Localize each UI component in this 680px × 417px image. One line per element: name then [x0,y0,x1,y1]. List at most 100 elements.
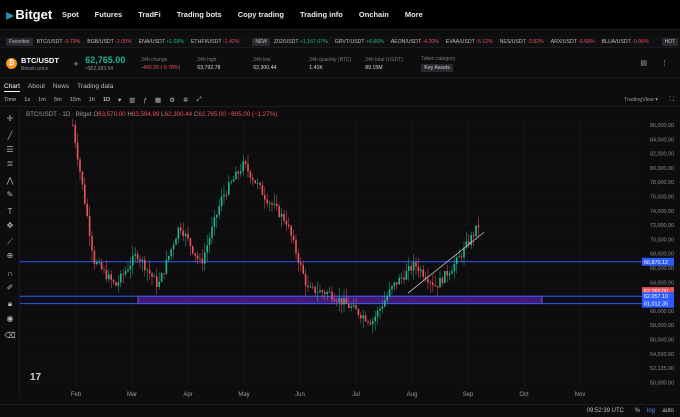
favorites-tag[interactable]: Favorites [6,37,33,46]
brand-logo[interactable]: ⫸ Bitget [6,7,58,23]
candle-body [249,171,252,179]
crosshair-icon[interactable]: ✛ [3,113,17,125]
candle-body [324,292,326,295]
utc-clock[interactable]: 09:52:39 UTC [587,408,624,414]
candle-body [115,282,117,286]
price-chart[interactable]: Feb Mar Apr May Jun Jul Aug Sep Oct Nov 86,000.00 8… [20,108,680,400]
layout-icon[interactable]: ▦ [151,96,165,104]
candle-body [103,269,105,270]
candle-body [153,276,156,278]
legend-close: 62,765.00 [198,111,226,118]
tf-1h[interactable]: 1h [85,97,99,103]
nav-spot[interactable]: Spot [58,10,87,19]
ticker-item[interactable]: BLUA/USDT -0.06% [602,39,649,45]
trendline-icon[interactable]: ╱ [3,130,17,142]
ticker-item[interactable]: ARX/USDT -6.68% [551,39,595,45]
tradingview-logo-icon[interactable]: 17 [30,372,41,383]
nav-trading-info[interactable]: Trading info [292,10,351,19]
legend-exchange: Bitget [75,111,92,118]
pattern-icon[interactable]: ⋀ [3,175,17,187]
y-tick-label: 82,000.00 [650,152,674,158]
text-icon[interactable]: T [3,206,17,218]
ticker-item[interactable]: AEON/USDT -4.20% [391,39,439,45]
candle-body [141,259,144,262]
tf-1d[interactable]: 1D [99,97,114,103]
log-toggle[interactable]: log [647,408,655,414]
fib-icon[interactable]: ≣ [3,158,17,170]
eye-icon[interactable]: ◉ [3,313,17,325]
tf-time[interactable]: Time [0,97,20,103]
tf-1s[interactable]: 1s [20,97,34,103]
nav-tradfi[interactable]: TradFi [130,10,169,19]
candle-body [410,266,412,271]
ticker-item[interactable]: EVAA/USDT -5.12% [446,39,493,45]
lock-icon[interactable]: 🔒︎ [3,298,17,310]
candle-body [146,269,148,271]
nav-futures[interactable]: Futures [87,10,131,19]
favorite-star-icon[interactable]: ★ [73,60,79,68]
key-assets-badge[interactable]: Key Assets [421,63,453,72]
magnet-icon[interactable]: ∩ [3,268,17,280]
settings-icon[interactable]: ⚙ [165,96,179,104]
candle-body [213,217,216,227]
drawing-tools: ✛ ╱ ☰ ≣ ⋀ ✎ T ✥ ⟋ ⊕ ∩ ✐ 🔒︎ ◉ ⌫ [0,108,20,398]
indicators-icon[interactable]: ƒ [139,97,151,104]
tab-news[interactable]: News [49,83,73,90]
ruler-icon[interactable]: ⟋ [3,236,17,248]
candle-body [105,269,108,280]
hot-tag[interactable]: HOT [661,37,679,46]
horizontal-lines-icon[interactable]: ☰ [3,144,17,156]
ticker-item[interactable]: NES/USDT -3.82% [500,39,544,45]
more-vertical-icon[interactable]: ⋮ [661,60,668,67]
x-tick-label: Apr [183,392,192,398]
nav-onchain[interactable]: Onchain [351,10,397,19]
tab-about[interactable]: About [24,83,49,90]
tf-15m[interactable]: 15m [66,97,85,103]
candle-type-icon[interactable]: ▥ [125,96,139,104]
ticker-item[interactable]: BTC/USDT -0.79% [37,39,81,45]
tf-5m[interactable]: 5m [50,97,66,103]
tab-chart[interactable]: Chart [0,83,24,90]
tf-1m[interactable]: 1m [34,97,50,103]
candle-body [122,273,124,275]
tab-trading-data[interactable]: Trading data [73,83,117,90]
ticker-item[interactable]: GRVT/USDT +6.66% [335,39,384,45]
nav-copy-trading[interactable]: Copy trading [230,10,292,19]
candle-body [88,215,91,237]
candle-body [230,181,232,183]
stat-value: 62,300.44 [253,64,277,71]
y-tick-label: 76,000.00 [650,195,674,201]
candle-body [151,273,153,277]
ticker-item[interactable]: ENA/USDT +1.03% [139,39,184,45]
y-tick-label: 50,000.00 [650,380,674,386]
ticker-item[interactable]: ETHFI/USDT -1.42% [191,39,239,45]
new-tag[interactable]: NEW [252,37,270,46]
shapes-icon[interactable]: ✥ [3,220,17,232]
gear-icon[interactable]: ✲ [179,96,192,104]
chevron-down-icon[interactable]: ▾ [114,96,125,104]
ticker-item[interactable]: Z02/USDT +1,167.67% [274,39,328,45]
candle-body [398,277,400,285]
candle-body [117,282,120,286]
drawing-icon[interactable]: ⤢ [192,96,205,104]
pencil-lock-icon[interactable]: ✐ [3,282,17,294]
chart-svg[interactable]: Feb Mar Apr May Jun Jul Aug Sep Oct Nov 86,000.00 8… [20,108,680,400]
fullscreen-icon[interactable]: ⛶ [669,96,674,104]
pair-selector[interactable]: BTC/USDT Bitcoin price [21,56,71,72]
brand-name: Bitget [15,7,53,22]
document-icon[interactable]: ▤ [640,60,647,67]
candle-body [172,244,175,250]
candle-body [348,303,350,308]
ticker-item[interactable]: BGB/USDT -2.00% [87,39,131,45]
zoom-in-icon[interactable]: ⊕ [3,250,17,262]
trash-icon[interactable]: ⌫ [3,330,17,342]
candle-body [420,269,422,272]
auto-toggle[interactable]: auto [662,408,674,414]
candle-body [477,225,480,228]
tradingview-selector[interactable]: TradingView ▾ [624,97,658,103]
brush-icon[interactable]: ✎ [3,189,17,201]
ticker-change: -0.06% [632,38,649,45]
percent-toggle[interactable]: % [635,408,640,414]
nav-more[interactable]: More [397,10,431,19]
nav-trading-bots[interactable]: Trading bots [169,10,230,19]
